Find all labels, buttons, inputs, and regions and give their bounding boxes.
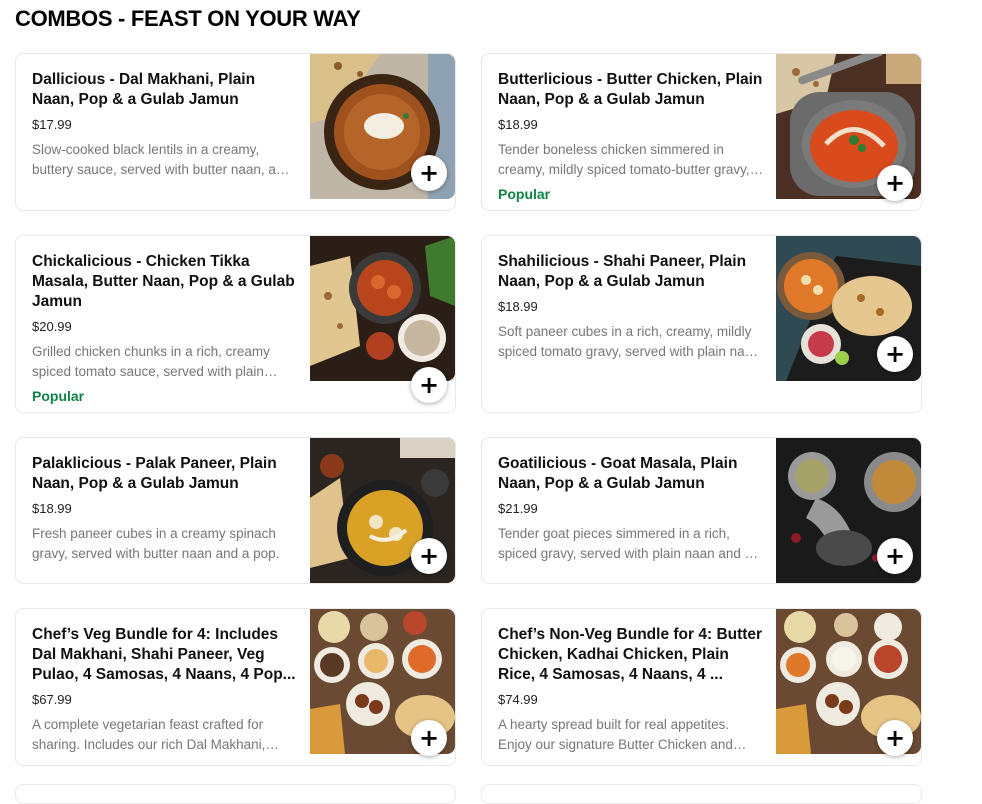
item-description: A complete vegetarian feast crafted for … [32, 717, 266, 752]
plus-icon: + [418, 159, 440, 187]
item-price: $18.99 [498, 299, 538, 314]
item-description: Tender goat pieces simmered in a rich, s… [498, 526, 753, 561]
item-name: Chef’s Veg Bundle for 4: Includes Dal Ma… [32, 626, 296, 683]
item-description: Tender boneless chicken simmered in crea… [498, 142, 750, 177]
add-to-cart-button[interactable]: + [877, 165, 913, 201]
item-price: $20.99 [32, 319, 72, 334]
add-to-cart-button[interactable]: + [877, 720, 913, 756]
plus-icon: + [884, 542, 906, 570]
item-name: Chickalicious - Chicken Tikka Masala, Bu… [32, 253, 295, 310]
item-price: $67.99 [32, 692, 72, 707]
item-name: Chef’s Non-Veg Bundle for 4: Butter Chic… [498, 626, 763, 683]
menu-item-card-chickalicious[interactable]: Chickalicious - Chicken Tikka Masala, Bu… [15, 235, 456, 413]
item-description: Slow-cooked black lentils in a creamy, b… [32, 142, 276, 177]
item-price: $21.99 [498, 501, 538, 516]
add-to-cart-button[interactable]: + [411, 538, 447, 574]
item-price: $18.99 [32, 501, 72, 516]
menu-item-card-veg-bundle[interactable]: Chef’s Veg Bundle for 4: Includes Dal Ma… [15, 608, 456, 766]
next-card-edge-right [481, 784, 922, 804]
section-title: COMBOS - FEAST ON YOUR WAY [15, 6, 361, 31]
menu-item-card-goatilicious[interactable]: Goatilicious - Goat Masala, Plain Naan, … [481, 437, 922, 584]
item-price: $74.99 [498, 692, 538, 707]
item-description: Grilled chicken chunks in a rich, creamy… [32, 344, 270, 379]
item-name: Goatilicious - Goat Masala, Plain Naan, … [498, 455, 738, 492]
add-to-cart-button[interactable]: + [411, 720, 447, 756]
item-price: $18.99 [498, 117, 538, 132]
menu-item-card-palaklicious[interactable]: Palaklicious - Palak Paneer, Plain Naan,… [15, 437, 456, 584]
plus-icon: + [884, 724, 906, 752]
menu-item-card-non-veg-bundle[interactable]: Chef’s Non-Veg Bundle for 4: Butter Chic… [481, 608, 922, 766]
menu-item-card-butterlicious[interactable]: Butterlicious - Butter Chicken, Plain Na… [481, 53, 922, 211]
item-description: Soft paneer cubes in a rich, creamy, mil… [498, 324, 764, 359]
plus-icon: + [884, 169, 906, 197]
menu-item-card-dallicious[interactable]: Dallicious - Dal Makhani, Plain Naan, Po… [15, 53, 456, 211]
item-name: Shahilicious - Shahi Paneer, Plain Naan,… [498, 253, 747, 290]
next-card-edge-left [15, 784, 456, 804]
add-to-cart-button[interactable]: + [877, 538, 913, 574]
menu-item-card-shahilicious[interactable]: Shahilicious - Shahi Paneer, Plain Naan,… [481, 235, 922, 413]
add-to-cart-button[interactable]: + [411, 367, 447, 403]
item-price: $17.99 [32, 117, 72, 132]
chicken-tikka-masala-photo [310, 236, 455, 381]
popular-badge: Popular [498, 186, 551, 202]
item-name: Palaklicious - Palak Paneer, Plain Naan,… [32, 455, 277, 492]
plus-icon: + [418, 371, 440, 399]
item-name: Dallicious - Dal Makhani, Plain Naan, Po… [32, 71, 256, 108]
item-description: Fresh paneer cubes in a creamy spinach g… [32, 526, 280, 561]
plus-icon: + [884, 340, 906, 368]
plus-icon: + [418, 724, 440, 752]
popular-badge: Popular [32, 388, 85, 404]
add-to-cart-button[interactable]: + [877, 336, 913, 372]
item-description: A hearty spread built for real appetites… [498, 717, 733, 752]
plus-icon: + [418, 542, 440, 570]
add-to-cart-button[interactable]: + [411, 155, 447, 191]
item-name: Butterlicious - Butter Chicken, Plain Na… [498, 71, 763, 108]
